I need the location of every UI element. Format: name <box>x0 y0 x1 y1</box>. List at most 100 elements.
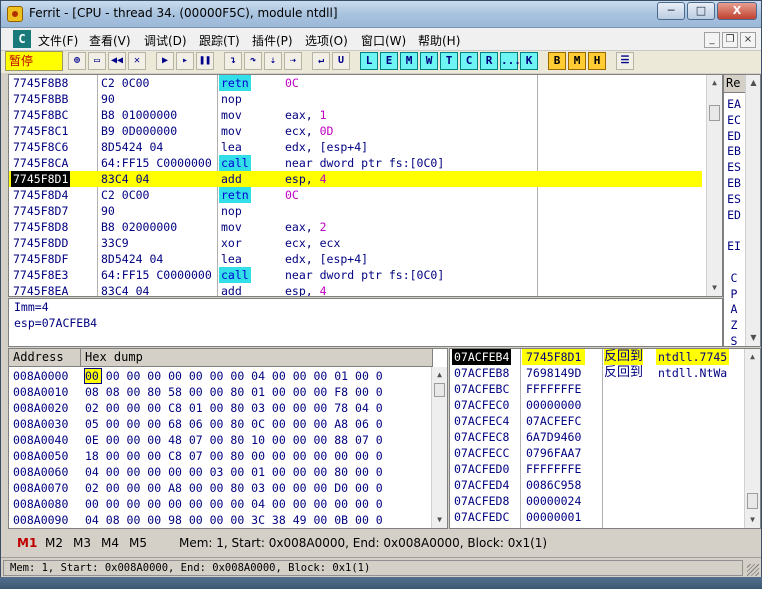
instruction-row[interactable]: 7745F8CA 64:FF15 C0000000 call near dword p… <box>9 155 702 171</box>
scroll-down-arrow-icon[interactable]: ▼ <box>747 331 760 344</box>
disassembly-pane[interactable]: 7745F8B8 C2 0C00 retn 0C 7745F8BB 90 nop 7745F8… <box>8 74 723 297</box>
memory-tab-m5[interactable]: M5 <box>129 536 147 550</box>
mdi-minimize-button[interactable]: _ <box>704 32 720 48</box>
registers-pane[interactable]: Re EAECEDEBESEBESEDEICPAZST ▲ ▼ <box>723 74 761 347</box>
stack-address: 07ACFED4 <box>454 478 510 492</box>
stack-row[interactable]: 07ACFEDC 00000001 <box>450 509 744 525</box>
taskbar-strip <box>0 577 762 589</box>
stack-row[interactable]: 07ACFEC0 00000000 <box>450 397 744 413</box>
menu-item-0[interactable]: 文件(F) <box>38 32 78 49</box>
memory-dump-pane[interactable]: Address Hex dump 008A0000 00 00 00 00 00 … <box>8 348 448 529</box>
window-button-3[interactable]: W <box>420 52 438 70</box>
step-into-icon[interactable]: ↴ <box>224 52 242 70</box>
window-button-4[interactable]: T <box>440 52 458 70</box>
rewind-icon[interactable]: ◀◀ <box>108 52 126 70</box>
instruction-row[interactable]: 7745F8B8 C2 0C00 retn 0C <box>9 75 702 91</box>
window-button-7[interactable]: ... <box>500 52 521 70</box>
instruction-row[interactable]: 7745F8D7 90 nop <box>9 203 702 219</box>
window-button-8[interactable]: K <box>520 52 538 70</box>
window-button-1[interactable]: E <box>380 52 398 70</box>
window-button-2[interactable]: M <box>400 52 418 70</box>
stack-row[interactable]: 07ACFEC8 6A7D9460 <box>450 429 744 445</box>
instruction-address: 7745F8BB <box>13 92 69 106</box>
resize-grip-icon[interactable] <box>747 564 759 576</box>
selected-instruction-row[interactable]: 7745F8D1 83C4 04 add esp, 4 <box>9 171 702 187</box>
instruction-row[interactable]: 7745F8C1 B9 0D000000 mov ecx, 0D <box>9 123 702 139</box>
registers-scrollbar[interactable]: ▲ ▼ <box>745 75 760 346</box>
stack-pane[interactable]: 07ACFEB4 7745F8D1 反回到 ntdll.7745 07ACFEB8 769… <box>449 348 761 529</box>
stack-row[interactable]: 07ACFECC 0796FAA7 <box>450 445 744 461</box>
scroll-thumb[interactable] <box>747 493 758 509</box>
trace-into-icon[interactable]: ⇣ <box>264 52 282 70</box>
stack-row[interactable]: 07ACFEBC FFFFFFFE <box>450 381 744 397</box>
maximize-button[interactable]: □ <box>687 2 715 20</box>
instruction-row[interactable]: 7745F8BC B8 01000000 mov eax, 1 <box>9 107 702 123</box>
target-icon[interactable]: ⊕ <box>68 52 86 70</box>
cpu-window-icon[interactable]: C <box>13 30 31 48</box>
operand-text: edx, [esp+4] <box>285 140 369 154</box>
dump-hex-header[interactable]: Hex dump <box>81 349 433 367</box>
run-icon[interactable]: ▶ <box>156 52 174 70</box>
scroll-down-arrow-icon[interactable]: ▼ <box>746 513 759 526</box>
stack-row[interactable]: 07ACFED8 00000024 <box>450 493 744 509</box>
stack-row[interactable]: 07ACFEB4 7745F8D1 反回到 ntdll.7745 <box>450 349 744 365</box>
minimize-button[interactable]: ─ <box>657 2 685 20</box>
scroll-up-arrow-icon[interactable]: ▲ <box>746 350 759 363</box>
instruction-row[interactable]: 7745F8D4 C2 0C00 retn 0C <box>9 187 702 203</box>
instruction-row[interactable]: 7745F8BB 90 nop <box>9 91 702 107</box>
scroll-up-arrow-icon[interactable]: ▲ <box>708 76 721 89</box>
menu-item-4[interactable]: 插件(P) <box>252 32 293 49</box>
list-icon[interactable]: ☰ <box>616 52 634 70</box>
window-button-5[interactable]: C <box>460 52 478 70</box>
instruction-row[interactable]: 7745F8DF 8D5424 04 lea edx, [esp+4] <box>9 251 702 267</box>
mdi-close-button[interactable]: × <box>740 32 756 48</box>
instruction-row[interactable]: 7745F8E3 64:FF15 C0000000 call near dword p… <box>9 267 702 283</box>
menu-item-2[interactable]: 调试(D) <box>144 32 187 49</box>
instruction-row[interactable]: 7745F8DD 33C9 xor ecx, ecx <box>9 235 702 251</box>
window-button-6[interactable]: R <box>480 52 498 70</box>
window-button-0[interactable]: L <box>360 52 378 70</box>
menu-item-7[interactable]: 帮助(H) <box>418 32 460 49</box>
menu-item-6[interactable]: 窗口(W) <box>361 32 406 49</box>
pause-icon[interactable]: ❚❚ <box>196 52 214 70</box>
close-icon[interactable]: ✕ <box>128 52 146 70</box>
pause-run-icon[interactable]: ▸ <box>176 52 194 70</box>
instruction-row[interactable]: 7745F8D8 B8 02000000 mov eax, 2 <box>9 219 702 235</box>
scroll-up-arrow-icon[interactable]: ▲ <box>433 368 446 381</box>
window-button-b-2[interactable]: H <box>588 52 606 70</box>
disassembly-scrollbar[interactable]: ▲ ▼ <box>706 75 722 296</box>
scroll-down-arrow-icon[interactable]: ▼ <box>433 513 446 526</box>
dump-scrollbar[interactable]: ▲ ▼ <box>431 367 447 528</box>
instruction-mnemonic: call <box>219 155 251 171</box>
title-bar[interactable]: Ferrit - [CPU - thread 34. (00000F5C), m… <box>1 1 761 28</box>
goto-user-icon[interactable]: U <box>332 52 350 70</box>
menu-item-1[interactable]: 查看(V) <box>89 32 131 49</box>
close-button[interactable]: X <box>717 2 757 20</box>
trace-over-icon[interactable]: ⇢ <box>284 52 302 70</box>
stack-row[interactable]: 07ACFEB8 7698149D 反回到 ntdll.NtWa <box>450 365 744 381</box>
dump-address-header[interactable]: Address <box>9 349 81 367</box>
menu-item-3[interactable]: 跟踪(T) <box>199 32 240 49</box>
instruction-mnemonic: add <box>221 284 242 297</box>
execute-till-return-icon[interactable]: ↵ <box>312 52 330 70</box>
stack-row[interactable]: 07ACFED4 0086C958 <box>450 477 744 493</box>
menu-item-5[interactable]: 选项(O) <box>305 32 348 49</box>
scroll-thumb[interactable] <box>709 105 720 121</box>
instruction-row[interactable]: 7745F8EA 83C4 04 add esp, 4 <box>9 283 702 297</box>
memory-tab-m2[interactable]: M2 <box>45 536 63 550</box>
stack-scrollbar[interactable]: ▲ ▼ <box>744 349 760 528</box>
window-button-b-0[interactable]: B <box>548 52 566 70</box>
scroll-down-arrow-icon[interactable]: ▼ <box>708 281 721 294</box>
instruction-row[interactable]: 7745F8C6 8D5424 04 lea edx, [esp+4] <box>9 139 702 155</box>
mdi-restore-button[interactable]: ❐ <box>722 32 738 48</box>
step-over-icon[interactable]: ↷ <box>244 52 262 70</box>
memory-tab-m3[interactable]: M3 <box>73 536 91 550</box>
scroll-thumb[interactable] <box>434 383 445 397</box>
scroll-up-arrow-icon[interactable]: ▲ <box>747 76 760 89</box>
memory-tab-m4[interactable]: M4 <box>101 536 119 550</box>
open-folder-icon[interactable]: ▭ <box>88 52 106 70</box>
stack-row[interactable]: 07ACFED0 FFFFFFFE <box>450 461 744 477</box>
memory-tab-m1[interactable]: M1 <box>17 536 37 550</box>
stack-row[interactable]: 07ACFEC4 07ACFEFC <box>450 413 744 429</box>
window-button-b-1[interactable]: M <box>568 52 586 70</box>
